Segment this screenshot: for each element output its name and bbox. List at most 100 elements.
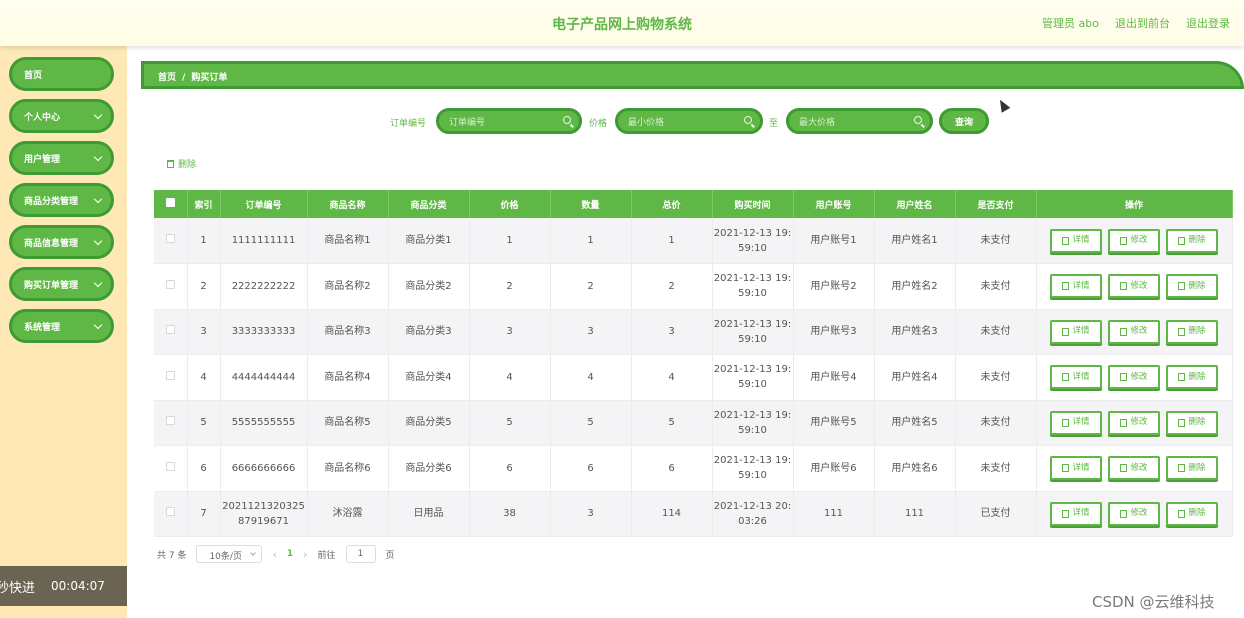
price: 6 — [469, 445, 551, 492]
sidebar-item-product-management[interactable]: 商品信息管理 — [9, 225, 114, 259]
pencil-icon — [1120, 509, 1128, 518]
delete-button[interactable]: 删除 — [1166, 456, 1218, 481]
product-name: 沐浴露 — [307, 491, 389, 537]
order-number: 1111111111 — [220, 218, 308, 264]
detail-button-label: 详情 — [1072, 326, 1090, 337]
row-index: 4 — [187, 354, 221, 401]
pencil-icon — [1120, 418, 1128, 427]
quantity: 2 — [550, 263, 632, 310]
price: 3 — [469, 309, 551, 355]
goto-page-input[interactable]: 1 — [345, 545, 376, 563]
row-select-cell — [154, 445, 188, 492]
order-number: 2222222222 — [220, 263, 308, 310]
edit-button[interactable]: 修改 — [1108, 501, 1160, 526]
user-account: 用户账号2 — [793, 263, 875, 310]
header-select-all[interactable] — [154, 190, 188, 218]
sidebar-item-user-management[interactable]: 用户管理 — [9, 141, 114, 175]
doc-icon — [1062, 509, 1070, 518]
detail-button[interactable]: 详情 — [1050, 410, 1102, 435]
detail-button[interactable]: 详情 — [1050, 501, 1102, 526]
page-number-current[interactable]: 1 — [287, 549, 293, 559]
delete-button[interactable]: 删除 — [1166, 228, 1218, 253]
detail-button-label: 详情 — [1072, 508, 1090, 519]
max-price-input[interactable]: 最大价格 — [786, 108, 933, 134]
product-name: 商品名称6 — [307, 445, 389, 492]
sidebar-item-label: 商品分类管理 — [24, 196, 79, 207]
edit-button[interactable]: 修改 — [1108, 274, 1160, 299]
query-button[interactable]: 查询 — [939, 108, 989, 134]
row-checkbox[interactable] — [165, 279, 175, 289]
row-index: 2 — [187, 263, 221, 310]
row-checkbox[interactable] — [165, 325, 175, 335]
search-icon — [744, 116, 752, 124]
purchase-time: 2021-12-13 19:59:10 — [712, 354, 794, 401]
row-checkbox[interactable] — [165, 234, 175, 243]
sidebar-item-category-management[interactable]: 商品分类管理 — [9, 183, 114, 217]
edit-button[interactable]: 修改 — [1108, 365, 1160, 390]
edit-button[interactable]: 修改 — [1108, 319, 1160, 344]
batch-delete-button[interactable]: 删除 — [167, 157, 196, 170]
doc-icon — [1062, 327, 1070, 336]
chevron-down-icon — [93, 194, 103, 204]
max-price-placeholder: 最大价格 — [799, 118, 836, 128]
price: 1 — [469, 218, 551, 264]
delete-button[interactable]: 删除 — [1166, 274, 1218, 299]
trash-icon — [1178, 464, 1186, 473]
row-select-cell — [154, 218, 188, 264]
page-size-select[interactable]: 10条/页 — [196, 545, 263, 563]
product-name: 商品名称1 — [307, 218, 389, 264]
order-number-placeholder: 订单编号 — [449, 118, 486, 128]
edit-button[interactable]: 修改 — [1108, 410, 1160, 435]
row-checkbox[interactable] — [165, 416, 175, 426]
column-header: 索引 — [187, 190, 221, 218]
sidebar-item-personal-center[interactable]: 个人中心 — [9, 99, 114, 133]
quantity: 3 — [550, 491, 632, 537]
sidebar-item-label: 购买订单管理 — [24, 280, 79, 291]
order-number-input[interactable]: 订单编号 — [436, 108, 582, 134]
product-category: 商品分类3 — [388, 309, 470, 355]
delete-button[interactable]: 删除 — [1166, 365, 1218, 390]
sidebar-item-system-management[interactable]: 系统管理 — [9, 309, 114, 343]
detail-button[interactable]: 详情 — [1050, 365, 1102, 390]
min-price-input[interactable]: 最小价格 — [615, 108, 763, 134]
column-header: 商品名称 — [307, 190, 389, 218]
edit-button[interactable]: 修改 — [1108, 456, 1160, 481]
delete-button[interactable]: 删除 — [1166, 319, 1218, 344]
sidebar-item-home[interactable]: 首页 — [9, 57, 114, 91]
detail-button-label: 详情 — [1072, 462, 1090, 473]
row-index: 5 — [187, 400, 221, 446]
delete-button[interactable]: 删除 — [1166, 501, 1218, 526]
edit-button[interactable]: 修改 — [1108, 228, 1160, 253]
orders-table: 索引 订单编号 商品名称 商品分类 价格 数量 总价 购买时间 用户账号 用户姓… — [154, 190, 1233, 537]
product-category: 商品分类5 — [388, 400, 470, 446]
delete-button[interactable]: 删除 — [1166, 410, 1218, 435]
delete-button-label: 删除 — [1188, 508, 1206, 519]
payment-status: 未支付 — [955, 263, 1037, 310]
column-header: 订单编号 — [220, 190, 308, 218]
page-unit-label: 页 — [385, 550, 395, 561]
next-page-button[interactable]: › — [303, 548, 307, 561]
total-price: 5 — [631, 400, 713, 446]
video-timer-overlay: 秒快进 00:04:07 — [0, 566, 127, 606]
admin-user-link[interactable]: 管理员 abo — [1042, 15, 1099, 31]
breadcrumb-home[interactable]: 首页 — [158, 73, 176, 83]
sidebar-item-order-management[interactable]: 购买订单管理 — [9, 267, 114, 301]
user-account: 用户账号3 — [793, 309, 875, 355]
row-checkbox[interactable] — [165, 507, 175, 517]
back-to-front-link[interactable]: 退出到前台 — [1115, 15, 1170, 31]
user-account: 用户账号6 — [793, 445, 875, 492]
row-checkbox[interactable] — [165, 370, 175, 380]
select-all-checkbox[interactable] — [165, 198, 175, 207]
row-actions: 详情 修改 删除 — [1036, 354, 1233, 401]
price: 38 — [469, 491, 551, 537]
prev-page-button[interactable]: ‹ — [272, 548, 276, 561]
table-row: 1 1111111111 商品名称1 商品分类1 1 1 1 2021-12-13 19:59… — [154, 218, 1233, 264]
detail-button[interactable]: 详情 — [1050, 228, 1102, 253]
row-checkbox[interactable] — [165, 461, 175, 471]
detail-button[interactable]: 详情 — [1050, 456, 1102, 481]
detail-button[interactable]: 详情 — [1050, 319, 1102, 344]
detail-button[interactable]: 详情 — [1050, 274, 1102, 299]
pencil-icon — [1120, 282, 1128, 291]
logout-link[interactable]: 退出登录 — [1186, 15, 1230, 31]
trash-icon — [167, 159, 174, 168]
